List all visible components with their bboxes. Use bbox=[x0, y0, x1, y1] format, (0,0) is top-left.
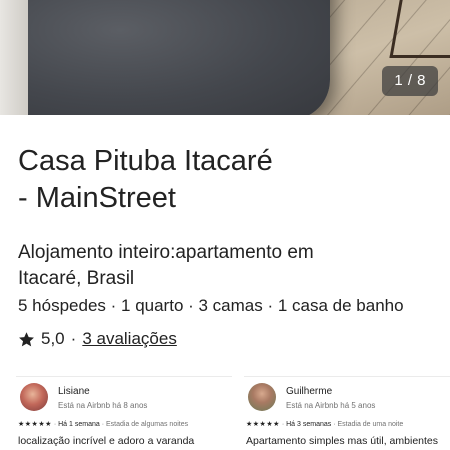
listing-title-line-1: Casa Pituba Itacaré bbox=[18, 145, 273, 177]
reviewer-name: Lisiane bbox=[58, 386, 90, 397]
photo-furniture bbox=[389, 0, 450, 58]
review-stay: Estadia de uma noite bbox=[337, 421, 404, 428]
review-stay: Estadia de algumas noites bbox=[106, 421, 189, 428]
listing-title: Casa Pituba Itacaré - MainStreet bbox=[18, 143, 438, 217]
review-card[interactable]: Lisiane Está na Airbnb há 8 anos ★★★★★ ·… bbox=[16, 376, 232, 450]
reviewer-name: Guilherme bbox=[286, 386, 333, 397]
review-meta: ★★★★★ · Há 3 semanas · Estadia de uma no… bbox=[246, 421, 404, 428]
photo-counter: 1 / 8 bbox=[382, 66, 438, 96]
rating-value: 5,0 bbox=[41, 329, 65, 348]
reviews-link[interactable]: 3 avaliações bbox=[82, 327, 177, 351]
review-stars: ★★★★★ bbox=[18, 421, 52, 428]
listing-rating: 5,0 · 3 avaliações bbox=[18, 327, 177, 351]
listing-photo[interactable]: 1 / 8 bbox=[0, 0, 450, 115]
review-date: Há 1 semana bbox=[58, 421, 100, 428]
review-card[interactable]: Guilherme Está na Airbnb há 5 anos ★★★★★… bbox=[244, 376, 450, 450]
reviewer-since: Está na Airbnb há 8 anos bbox=[58, 401, 148, 410]
reviewer-since: Está na Airbnb há 5 anos bbox=[286, 401, 376, 410]
reviews-carousel[interactable]: Lisiane Está na Airbnb há 8 anos ★★★★★ ·… bbox=[10, 376, 450, 450]
review-text: Apartamento simples mas útil, ambientes bbox=[246, 435, 438, 447]
star-icon bbox=[19, 331, 34, 346]
listing-subtitle-line-1: Alojamento inteiro:apartamento em bbox=[18, 242, 314, 263]
photo-bed bbox=[0, 0, 330, 115]
review-stars: ★★★★★ bbox=[246, 421, 280, 428]
listing-subtitle: Alojamento inteiro:apartamento em Itacar… bbox=[18, 240, 438, 292]
listing-subtitle-line-2: Itacaré, Brasil bbox=[18, 268, 135, 289]
review-text: localização incrível e adoro a varanda bbox=[18, 435, 195, 447]
review-date: Há 3 semanas bbox=[286, 421, 332, 428]
photo-wall bbox=[0, 0, 28, 115]
listing-title-line-2: - MainStreet bbox=[18, 182, 176, 214]
avatar bbox=[248, 383, 276, 411]
review-meta: ★★★★★ · Há 1 semana · Estadia de algumas… bbox=[18, 421, 189, 428]
rating-separator: · bbox=[70, 329, 77, 348]
avatar bbox=[20, 383, 48, 411]
listing-details: 5 hóspedes · 1 quarto · 3 camas · 1 casa… bbox=[18, 296, 404, 315]
